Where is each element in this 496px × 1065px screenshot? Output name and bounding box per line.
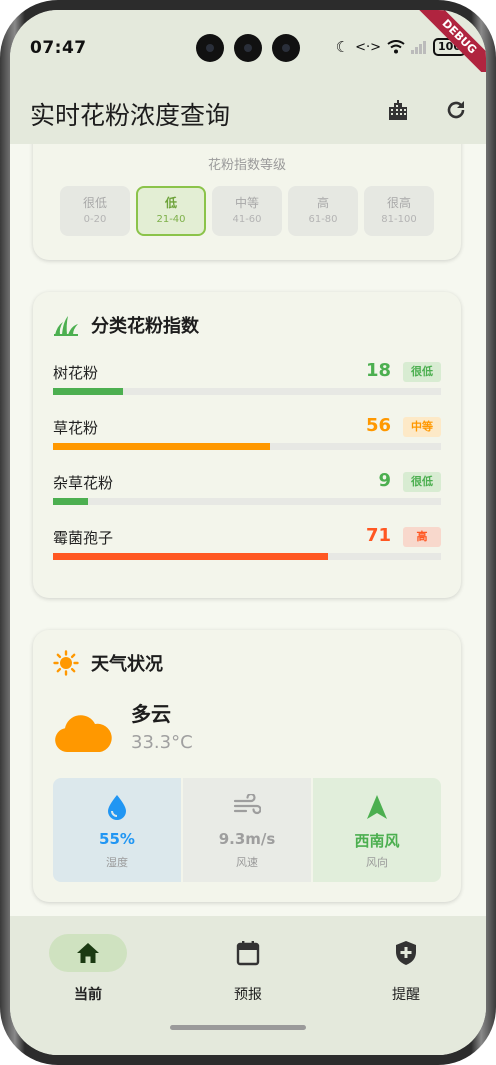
pollen-category-name: 树花粉 [53,364,99,382]
pollen-level-badge: 很低 [403,472,441,492]
wind-direction-tile: 西南风 风向 [313,778,441,882]
pollen-category-row: 草花粉 56 中等 [53,415,441,459]
pollen-category-row: 霉菌孢子 71 高 [53,525,441,569]
pollen-category-name: 草花粉 [53,419,99,437]
pollen-progress-fill [53,388,123,395]
pollen-progress-track [53,388,441,395]
card-header: 分类花粉指数 [53,312,199,338]
pollen-category-row: 杂草花粉 9 很低 [53,470,441,514]
wind-speed-label: 风速 [236,856,258,869]
weather-temperature: 33.3°C [131,732,193,753]
pollen-level-badge: 高 [403,527,441,547]
pollen-level-badge: 很低 [403,362,441,382]
level-chip-medium: 中等 41-60 [212,186,282,236]
pollen-progress-track [53,443,441,450]
level-chip-very-low: 很低 0-20 [60,186,130,236]
phone-frame: 07:47 ☾ <·> 100 DEBUG 实时花粉浓度查询 花粉指数等级 很低… [0,0,496,1065]
main-content[interactable]: 花粉指数等级 很低 0-20 低 21-40 中等 41-60 高 61-80 [10,144,486,920]
pollen-progress-track [53,553,441,560]
level-name: 很高 [386,196,411,210]
moon-icon: ☾ [335,38,350,56]
humidity-tile: 55% 湿度 [53,778,181,882]
pollen-progress-fill [53,498,88,505]
card-header: 天气状况 [53,650,163,676]
nav-forecast[interactable]: 预报 [188,934,308,1004]
level-name: 很低 [82,196,107,210]
pollen-categories-card: 分类花粉指数 树花粉 18 很低 草花粉 56 中等 杂草花粉 9 很低 霉菌孢子 71 高 [33,292,461,598]
card-title: 天气状况 [91,654,163,675]
level-chip-very-high: 很高 81-100 [364,186,434,236]
level-chip-high: 高 61-80 [288,186,358,236]
camera-lens-icon [234,34,262,62]
bottom-navigation: 当前 预报 提醒 [10,916,486,1055]
level-range: 41-60 [232,214,262,225]
wind-icon [233,794,261,815]
screen: 07:47 ☾ <·> 100 DEBUG 实时花粉浓度查询 花粉指数等级 很低… [10,10,486,1055]
cloud-icon [55,715,112,752]
level-name: 高 [316,196,329,210]
level-scale-title: 花粉指数等级 [207,158,286,173]
level-name: 低 [164,196,177,210]
wind-direction-label: 风向 [366,856,388,869]
nav-alerts[interactable]: 提醒 [346,934,466,1004]
data-transfer-icon: <·> [355,39,382,55]
app-bar: 实时花粉浓度查询 [10,72,486,144]
level-range: 21-40 [156,214,186,225]
home-indicator[interactable] [170,1025,306,1030]
level-chip-low: 低 21-40 [136,186,206,236]
calendar-icon [236,941,260,966]
pollen-progress-fill [53,553,329,560]
status-time: 07:47 [30,38,87,58]
signal-icon [411,41,427,54]
level-range: 81-100 [381,214,417,225]
camera-lens-icon [196,34,224,62]
water-drop-icon [108,795,126,820]
nav-label: 当前 [74,987,102,1003]
wind-direction-value: 西南风 [354,832,400,850]
humidity-label: 湿度 [106,856,128,869]
pollen-category-name: 霉菌孢子 [53,529,114,547]
wind-speed-value: 9.3m/s [218,830,276,848]
navigation-arrow-icon [367,795,387,819]
wifi-icon [387,40,405,54]
city-icon[interactable] [384,96,412,124]
refresh-icon[interactable] [442,96,470,124]
nav-label: 提醒 [392,987,420,1003]
weather-card: 天气状况 多云 33.3°C 55% 湿度 9.3m/s 风速 西南风 风向 [33,630,461,902]
pollen-level-badge: 中等 [403,417,441,437]
nav-label: 预报 [234,987,262,1003]
pollen-category-row: 树花粉 18 很低 [53,360,441,404]
pollen-category-value: 56 [365,415,391,436]
pollen-progress-track [53,498,441,505]
sun-icon [53,650,79,676]
pollen-progress-fill [53,443,271,450]
wind-speed-tile: 9.3m/s 风速 [183,778,311,882]
pollen-category-value: 9 [378,470,391,491]
card-title: 分类花粉指数 [91,316,199,337]
home-icon [77,943,99,963]
shield-plus-icon [396,941,416,965]
system-icons: ☾ <·> 100 [336,38,466,56]
weather-condition: 多云 [131,702,171,726]
grass-icon [54,316,78,336]
level-name: 中等 [234,196,259,210]
level-range: 61-80 [308,214,338,225]
humidity-value: 55% [99,830,135,848]
pollen-category-value: 18 [365,360,391,381]
pollen-category-value: 71 [365,525,391,546]
pollen-category-name: 杂草花粉 [53,474,114,492]
pollen-level-scale-card: 花粉指数等级 很低 0-20 低 21-40 中等 41-60 高 61-80 [33,144,461,260]
nav-current[interactable]: 当前 [28,934,148,1004]
level-range: 0-20 [83,214,107,225]
camera-lens-icon [272,34,300,62]
page-title: 实时花粉浓度查询 [30,101,231,130]
